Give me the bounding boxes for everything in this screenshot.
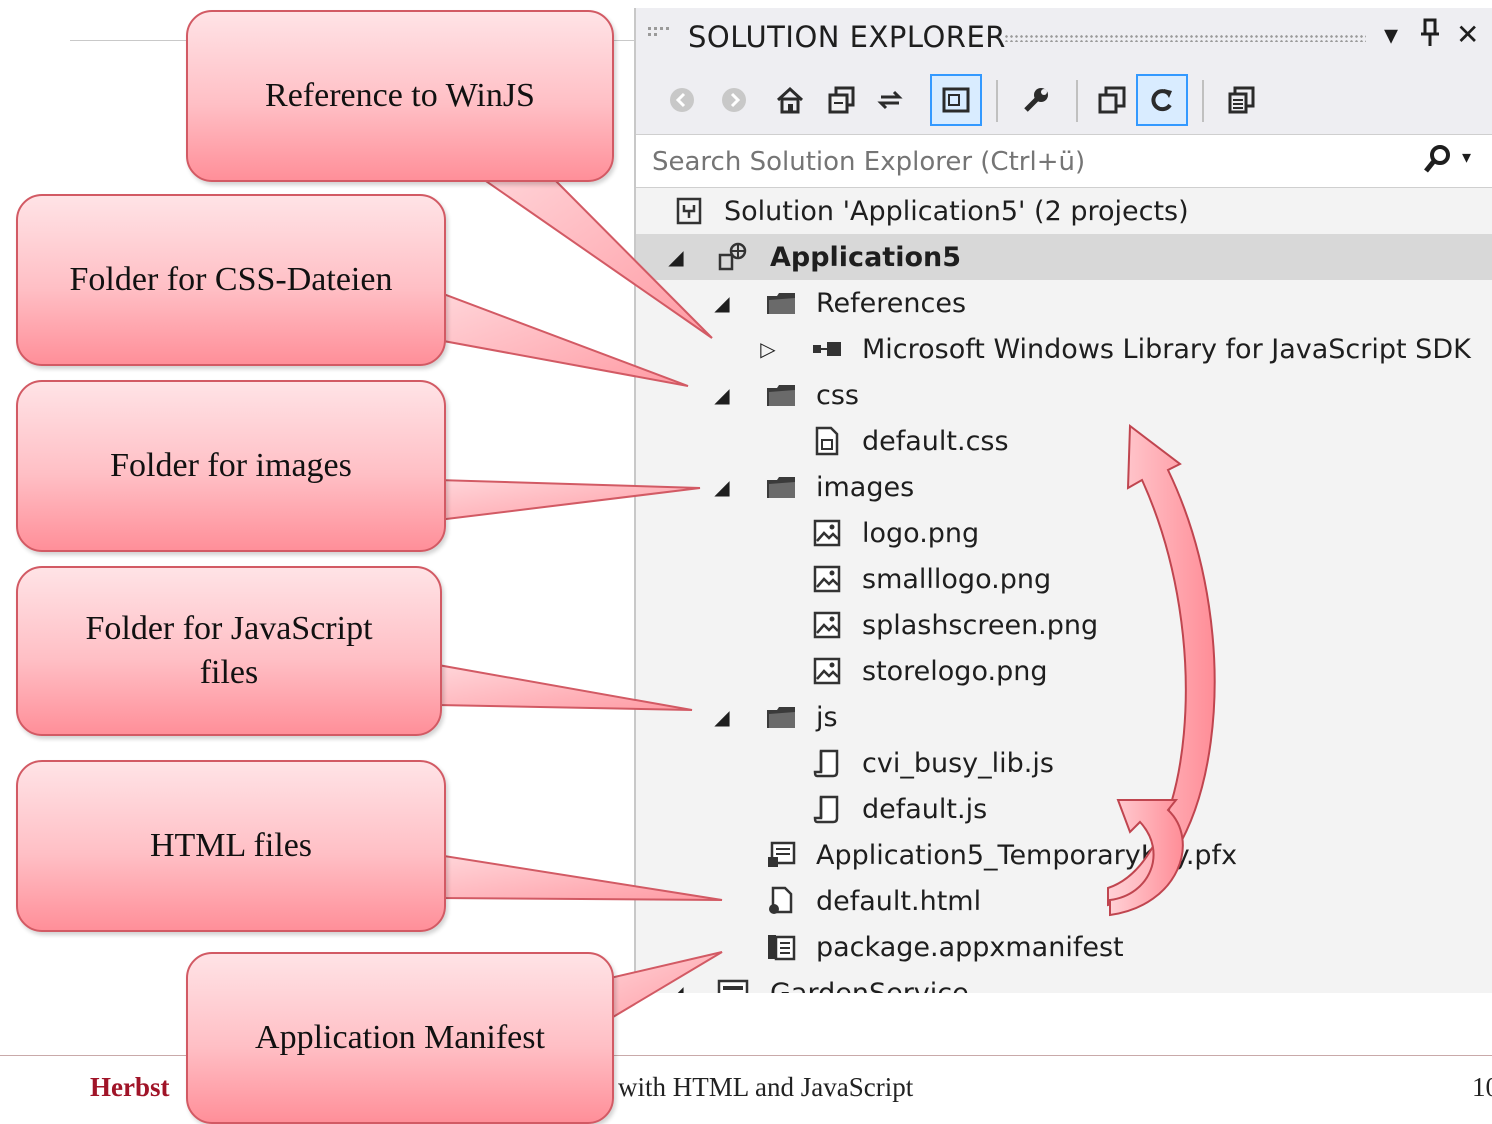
footer-page-number: 10 — [1472, 1072, 1492, 1102]
footer-author: Herbst — [90, 1072, 170, 1102]
footer-title: with HTML and JavaScript — [618, 1072, 914, 1102]
callout-manifest: Application Manifest — [186, 952, 614, 1124]
callout-tail-js — [437, 663, 693, 711]
callout-css-folder: Folder for CSS-Dateien — [16, 194, 446, 366]
callout-tail-css — [437, 290, 689, 387]
callout-images-folder: Folder for images — [16, 380, 446, 552]
callout-js-folder: Folder for JavaScript files — [16, 566, 442, 736]
callout-tail-html — [437, 853, 723, 901]
callout-tail-winjs — [466, 169, 713, 339]
callout-winjs: Reference to WinJS — [186, 10, 614, 182]
callout-tail-images — [437, 478, 701, 522]
callout-html-files: HTML files — [16, 760, 446, 932]
